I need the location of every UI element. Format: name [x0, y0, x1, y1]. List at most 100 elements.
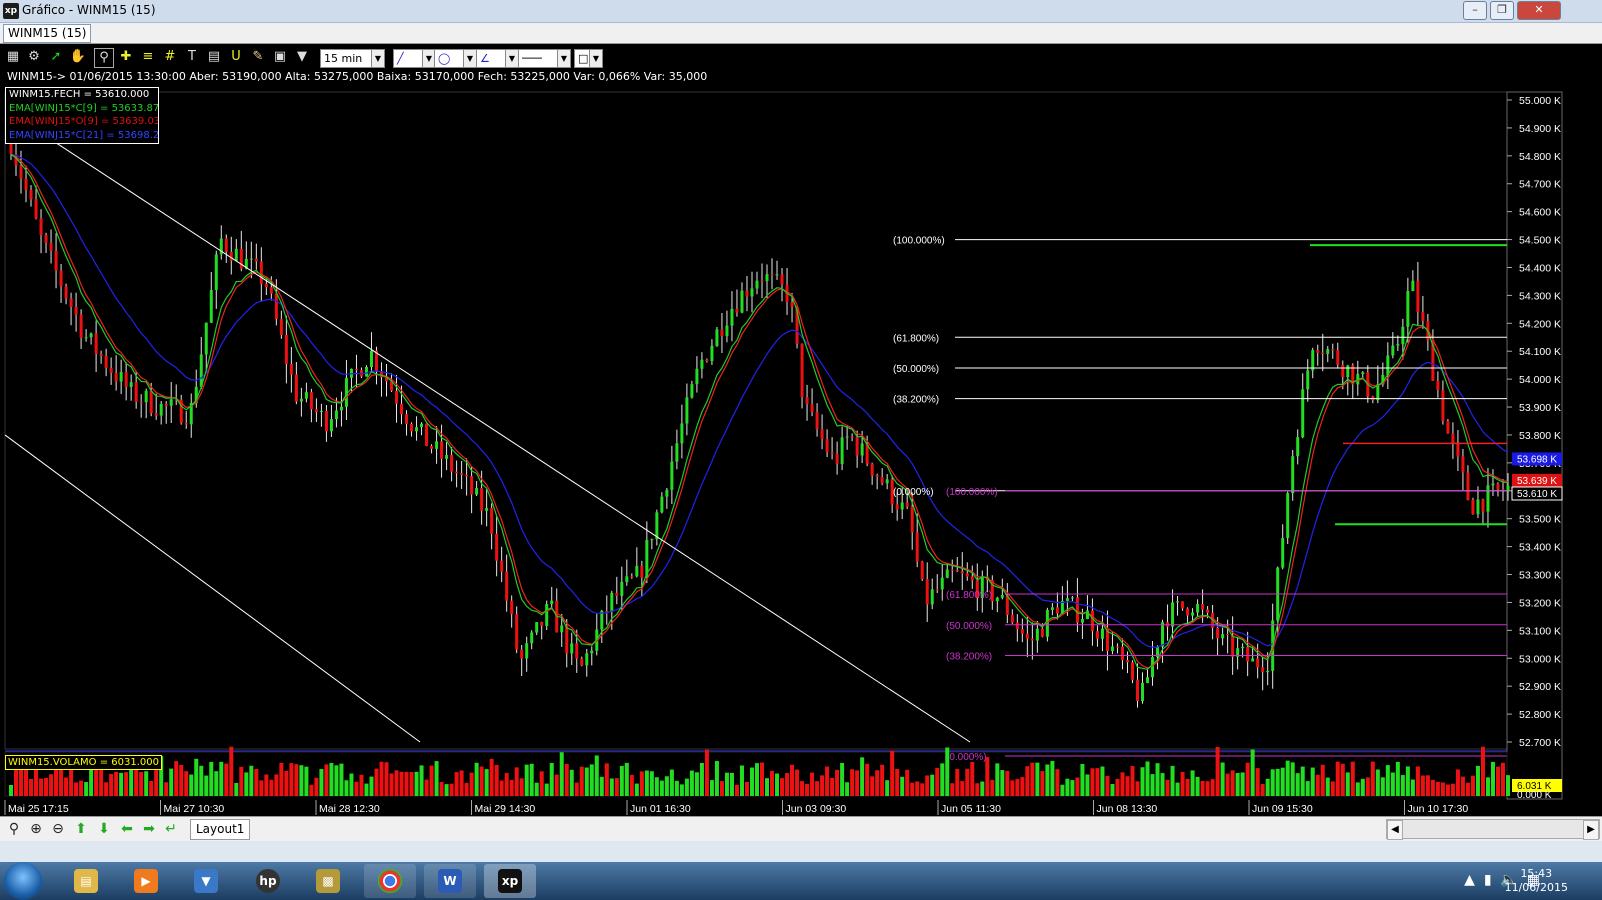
legend-item-close[interactable]: WINM15.FECH = 53610.000 [6, 88, 158, 102]
candle-body [650, 539, 654, 541]
zoom-icon[interactable]: ⚲ [94, 48, 114, 68]
price-tick-label: 54.700 K [1519, 179, 1561, 191]
volume-bar [249, 765, 254, 796]
volume-bar [870, 776, 875, 796]
volume-bar [940, 763, 945, 796]
candle-body [1080, 619, 1084, 623]
candle-body [74, 306, 78, 315]
zoom-icon[interactable]: ⚲ [5, 820, 23, 838]
candle-body [1020, 629, 1024, 634]
volume-bar [1055, 769, 1060, 796]
filter-icon[interactable]: ▼ [293, 48, 311, 66]
price-tick-label: 54.000 K [1519, 374, 1561, 386]
chart-area[interactable]: 55.000 K 54.900 K 54.800 K 54.700 K 54.600 K… [0, 44, 1602, 830]
candle-body [960, 571, 964, 574]
restore-button[interactable]: ❐ [1490, 1, 1514, 20]
candle-body [840, 437, 844, 464]
price-tick-label: 54.900 K [1519, 123, 1561, 135]
candle-body [770, 274, 774, 276]
candle-body [1466, 472, 1470, 500]
taskbar-word[interactable]: W [424, 864, 476, 898]
volume-bar [765, 778, 770, 796]
legend-item-ema9-close[interactable]: EMA[WINJ15*C[9] = 53633.877 [6, 102, 158, 116]
tab-chart[interactable]: WINM15 (15) [3, 24, 92, 43]
bag-icon[interactable]: ▣ [271, 48, 289, 66]
candle-body [144, 390, 148, 403]
hand-icon[interactable]: ✋ [69, 48, 87, 66]
zoom-out-icon[interactable]: ⊖ [49, 820, 67, 838]
arrow-left-icon[interactable]: ⬅ [118, 820, 136, 838]
horizontal-scrollbar[interactable]: ◀ ▶ [1386, 819, 1600, 840]
scroll-left-icon[interactable]: ◀ [1387, 820, 1403, 840]
grid-icon[interactable]: # [161, 48, 179, 66]
legend-item-ema21-close[interactable]: EMA[WINJ15*C[21] = 53698.265 [6, 129, 158, 143]
candle-body [875, 475, 879, 478]
lines-icon[interactable]: ≡ [139, 48, 157, 66]
taskbar-hp[interactable]: hp [242, 864, 294, 898]
taskbar-media-player[interactable]: ▶ [120, 864, 172, 898]
candle-body [835, 453, 839, 464]
candle-body [425, 423, 429, 447]
candle-body [575, 643, 579, 659]
shape-tool-select[interactable]: ◯ ▼ [434, 49, 477, 68]
volume-bar [895, 768, 900, 796]
zoom-in-icon[interactable]: ⊕ [27, 820, 45, 838]
candle-body [1070, 597, 1074, 599]
line-style-select[interactable]: ─── ▼ [518, 49, 571, 68]
legend-item-ema9-open[interactable]: EMA[WINJ15*O[9] = 53639.031 [6, 115, 158, 129]
clock[interactable]: 15:43 11/06/2015 [1505, 867, 1568, 895]
text-icon[interactable]: T [183, 48, 201, 66]
indicator-legend[interactable]: WINM15.FECH = 53610.000 EMA[WINJ15*C[9] … [5, 87, 159, 144]
arrow-up-icon[interactable]: ⬆ [72, 820, 90, 838]
calculator-icon[interactable]: ▤ [205, 48, 223, 66]
volume-bar [1355, 782, 1360, 796]
volume-bar [1135, 781, 1140, 796]
taskbar-chrome[interactable] [364, 864, 416, 898]
time-tick-label: Jun 05 11:30 [941, 803, 1001, 815]
scroll-right-icon[interactable]: ▶ [1583, 820, 1599, 840]
volume-bar [669, 769, 674, 796]
minimize-button[interactable]: – [1463, 1, 1487, 20]
color-select[interactable]: □ ▼ [574, 49, 603, 68]
volume-bar [539, 771, 544, 796]
volume-bar [559, 752, 564, 796]
candle-body [1181, 601, 1185, 609]
start-button[interactable] [4, 862, 42, 900]
chart-type-icon[interactable]: ▦ [4, 48, 22, 66]
price-chart-svg[interactable]: 55.000 K 54.900 K 54.800 K 54.700 K 54.600 K… [0, 44, 1602, 816]
brush-icon[interactable]: ✎ [249, 48, 267, 66]
candle-body [955, 570, 959, 572]
candle-body [1010, 614, 1014, 623]
trend-icon[interactable]: ➚ [47, 48, 65, 66]
taskbar-network[interactable]: ▼ [180, 864, 232, 898]
price-tick-label: 53.400 K [1519, 542, 1561, 554]
volume-bar [549, 763, 554, 796]
candle-body [209, 289, 213, 323]
candle-body [900, 502, 904, 510]
volume-bar [104, 782, 109, 796]
arrow-back-icon[interactable]: ↵ [162, 820, 180, 838]
magnet-icon[interactable]: U [227, 48, 245, 66]
volume-bar [885, 780, 890, 796]
volume-bar [579, 766, 584, 796]
arrow-down-icon[interactable]: ⬇ [95, 820, 113, 838]
arrow-right-icon[interactable]: ➡ [140, 820, 158, 838]
volume-bar [39, 778, 44, 796]
interval-select[interactable]: 15 min ▼ [320, 49, 385, 68]
gear-icon[interactable]: ⚙ [25, 48, 43, 66]
volume-legend[interactable]: WINM15.VOLAMO = 6031.000 [5, 755, 162, 770]
taskbar-clipboard[interactable]: ▩ [302, 864, 354, 898]
crosshair-icon[interactable]: ✚ [117, 48, 135, 66]
candle-body [735, 308, 739, 313]
volume-bar [1310, 767, 1315, 796]
volume-bar [1285, 760, 1290, 796]
candle-body [1341, 364, 1345, 378]
candle-body [314, 409, 318, 413]
line-tool-select[interactable]: ╱ ▼ [393, 49, 436, 68]
candle-body [339, 406, 343, 411]
close-button[interactable]: ✕ [1517, 1, 1561, 20]
fan-tool-select[interactable]: ∠ ▼ [476, 49, 519, 68]
layout-tab[interactable]: Layout1 [190, 819, 251, 840]
taskbar-file-manager[interactable]: ▤ [60, 864, 112, 898]
taskbar-xp[interactable]: xp [484, 864, 536, 898]
